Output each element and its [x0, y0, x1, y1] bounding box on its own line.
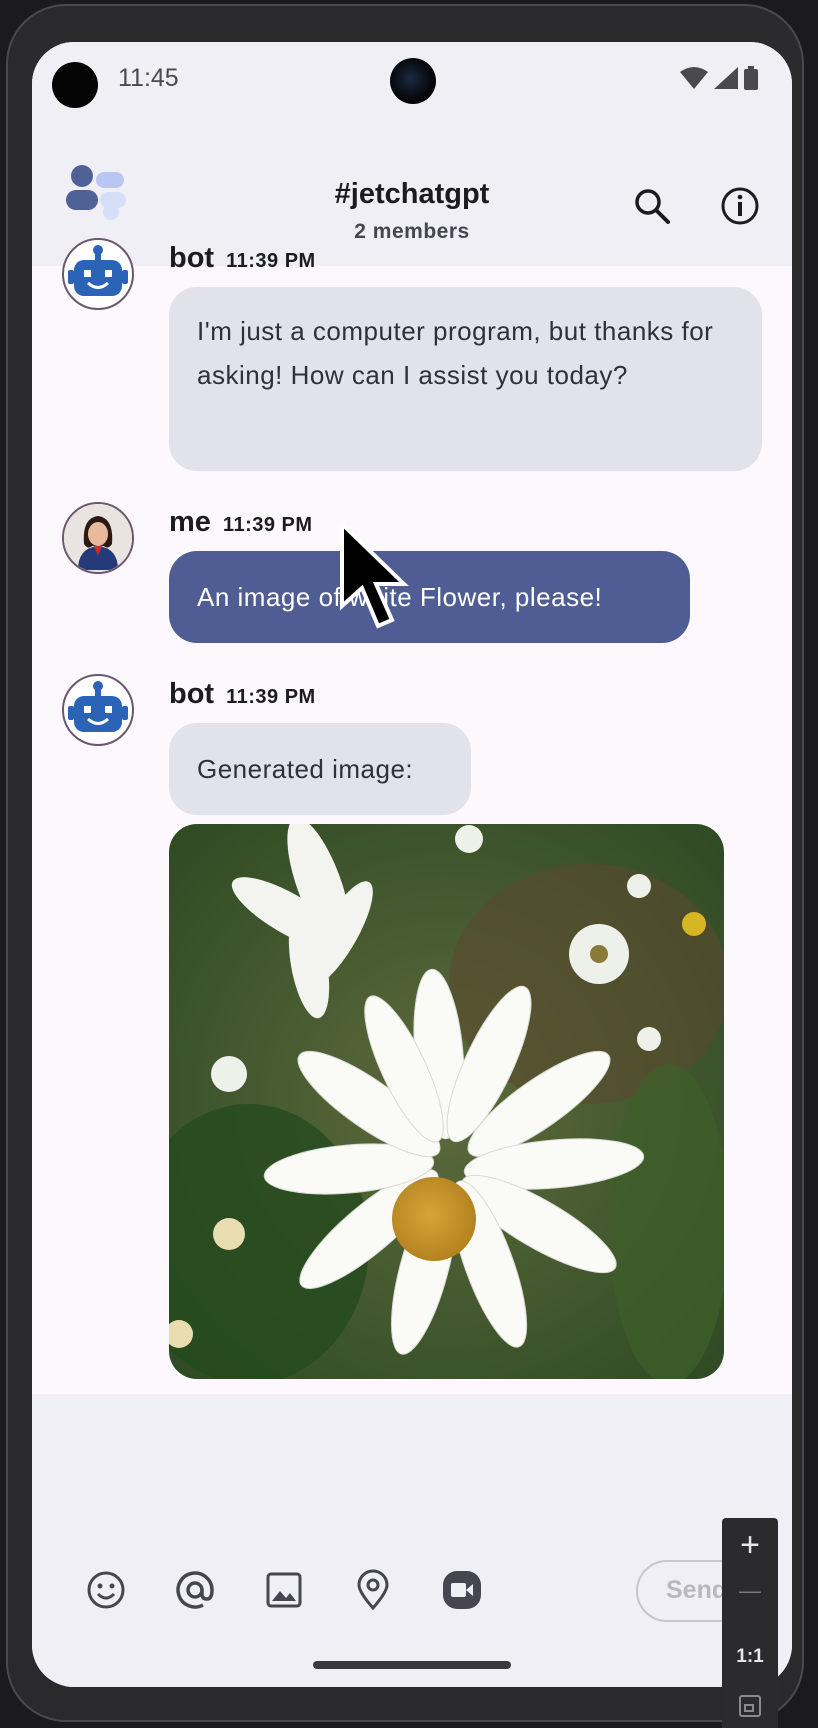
gesture-home-bar[interactable]: [313, 1661, 511, 1669]
front-camera: [390, 58, 436, 104]
channel-title: #jetchatgpt: [334, 178, 490, 210]
author-name: bot: [169, 678, 215, 710]
battery-icon: [744, 66, 758, 90]
bot-avatar[interactable]: [62, 238, 134, 310]
video-icon[interactable]: [440, 1568, 484, 1612]
robot-icon: [68, 681, 128, 732]
zoom-in-button[interactable]: +: [722, 1526, 778, 1565]
message-author: bot 11:39 PM: [169, 242, 316, 275]
user-message-bubble[interactable]: An image of white Flower, please!: [169, 551, 690, 643]
user-avatar[interactable]: [62, 502, 134, 574]
emoji-icon[interactable]: [84, 1568, 128, 1612]
search-icon[interactable]: [630, 184, 674, 228]
camera-indicator: [52, 62, 98, 108]
robot-icon: [68, 245, 128, 296]
message-timestamp: 11:39 PM: [226, 686, 316, 708]
wifi-icon: [680, 67, 708, 89]
message-timestamp: 11:39 PM: [226, 250, 316, 272]
message-input-area: Send: [32, 1394, 792, 1687]
author-name: bot: [169, 242, 215, 274]
status-time: 11:45: [118, 64, 179, 92]
image-icon[interactable]: [262, 1568, 306, 1612]
message-timestamp: 11:39 PM: [222, 514, 313, 536]
flower-picture: [169, 824, 724, 1379]
generated-flower-image[interactable]: [169, 824, 724, 1379]
bot-message-bubble[interactable]: Generated image:: [169, 723, 471, 815]
zoom-ratio-button[interactable]: 1:1: [722, 1646, 778, 1668]
bot-avatar[interactable]: [62, 674, 134, 746]
zoom-out-button[interactable]: —: [722, 1578, 778, 1604]
status-bar: 11:45: [32, 42, 792, 114]
top-app-bar: #jetchatgpt 2 members: [32, 114, 792, 266]
channel-member-count: 2 members: [354, 220, 470, 243]
phone-frame: 11:45 #jetchatgpt 2 members bot 11:39 PM…: [6, 4, 804, 1722]
status-icons: [680, 66, 758, 90]
app-screen: 11:45 #jetchatgpt 2 members bot 11:39 PM…: [32, 42, 792, 1687]
fit-screen-icon[interactable]: [738, 1694, 762, 1718]
message-author: me 11:39 PM: [169, 506, 313, 539]
mention-icon[interactable]: [173, 1568, 217, 1612]
location-icon[interactable]: [351, 1568, 395, 1612]
emulator-zoom-panel: + — 1:1: [722, 1518, 778, 1728]
message-author: bot 11:39 PM: [169, 678, 316, 711]
signal-icon: [714, 67, 738, 89]
author-name: me: [169, 506, 211, 538]
info-icon[interactable]: [718, 184, 762, 228]
bot-message-bubble[interactable]: I'm just a computer program, but thanks …: [169, 287, 762, 471]
user-photo: [64, 504, 132, 572]
